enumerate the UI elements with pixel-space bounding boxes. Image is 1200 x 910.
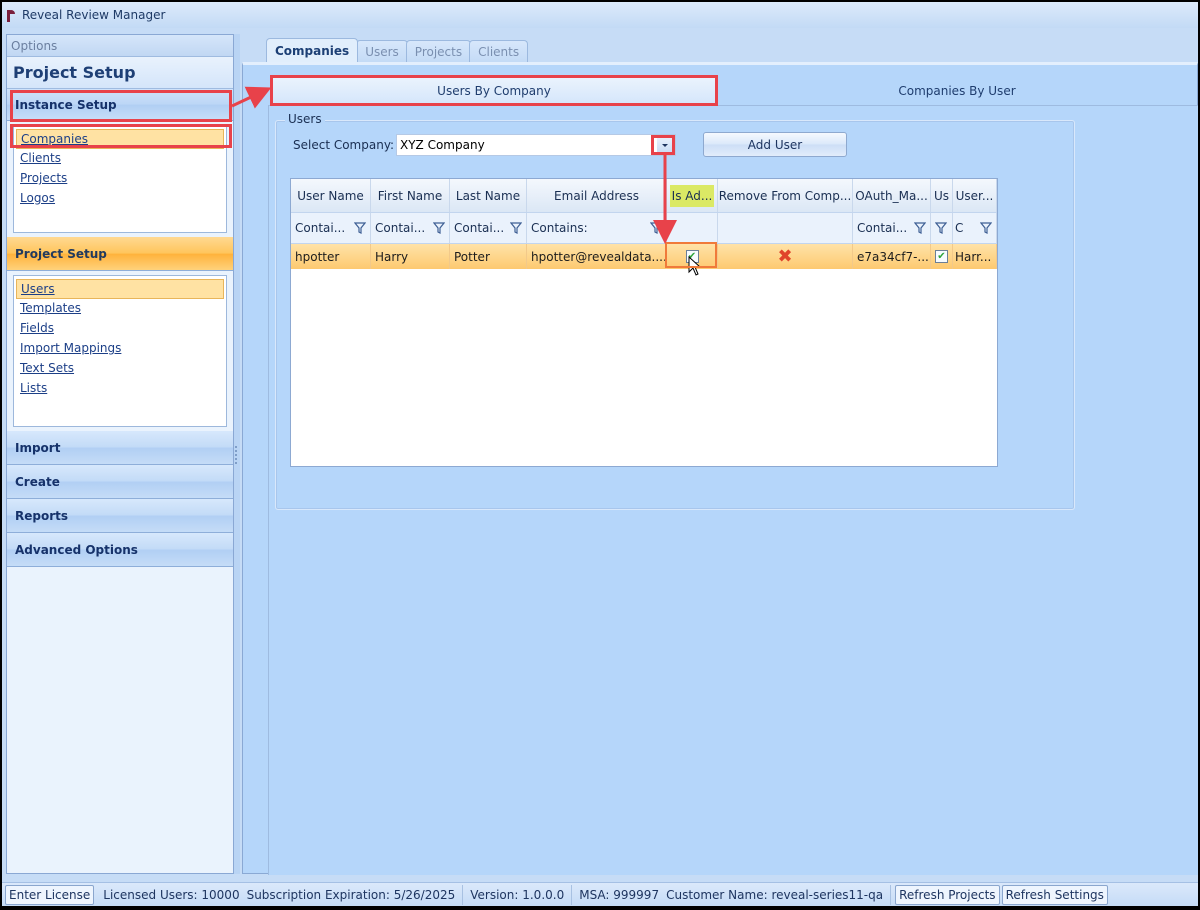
grid-header-row: User Name First Name Last Name Email Add… xyxy=(291,179,997,213)
grid-filter-row: Contai... Contai... Contai... Contains: … xyxy=(291,213,997,244)
sidebar-item-fields[interactable]: Fields xyxy=(16,319,224,339)
cell-user-display[interactable]: Harr... xyxy=(953,244,997,269)
refresh-projects-button[interactable]: Refresh Projects xyxy=(895,884,1000,905)
main-tabs: Companies Users Projects Clients xyxy=(246,38,529,62)
options-header: Options xyxy=(7,35,233,57)
filter-email[interactable]: Contains: xyxy=(527,213,667,243)
us-checkbox[interactable]: ✔ xyxy=(935,250,948,263)
group-instance-setup[interactable]: Instance Setup xyxy=(7,89,233,121)
select-company-dropdown[interactable]: XYZ Company xyxy=(396,134,676,156)
users-grid: User Name First Name Last Name Email Add… xyxy=(290,178,998,467)
sidebar-item-projects[interactable]: Projects xyxy=(16,169,224,189)
sidebar-item-clients[interactable]: Clients xyxy=(16,149,224,169)
filter-icon[interactable] xyxy=(935,222,947,234)
sidebar-item-import-mappings[interactable]: Import Mappings xyxy=(16,339,224,359)
select-company-value: XYZ Company xyxy=(400,138,485,152)
filter-icon[interactable] xyxy=(510,222,522,234)
group-project-setup[interactable]: Project Setup xyxy=(7,237,233,271)
instance-setup-list: Companies Clients Projects Logos xyxy=(13,125,227,233)
col-header-oauth[interactable]: OAuth_Ma... xyxy=(853,179,931,212)
filter-icon[interactable] xyxy=(914,222,926,234)
options-panel: Options Project Setup Instance Setup Com… xyxy=(6,34,234,874)
status-bar: Enter License Licensed Users: 10000 Subs… xyxy=(2,882,1198,906)
panel-title: Project Setup xyxy=(7,57,233,89)
filter-icon[interactable] xyxy=(650,222,662,234)
filter-icon[interactable] xyxy=(433,222,445,234)
tab-clients[interactable]: Clients xyxy=(469,40,529,62)
enter-license-button[interactable]: Enter License xyxy=(5,884,95,905)
customer-name: Customer Name: reveal-series11-qa xyxy=(666,884,892,905)
remove-x-icon[interactable]: ✖ xyxy=(777,246,792,267)
col-header-us[interactable]: Us xyxy=(931,179,953,212)
cell-email[interactable]: hpotter@revealdata.... xyxy=(527,244,667,269)
col-header-email[interactable]: Email Address xyxy=(527,179,667,212)
sidebar-item-companies[interactable]: Companies xyxy=(16,129,224,149)
tab-users[interactable]: Users xyxy=(356,40,408,62)
select-company-label: Select Company: xyxy=(293,138,395,152)
cell-oauth[interactable]: e7a34cf7-... xyxy=(853,244,931,269)
filter-us[interactable] xyxy=(931,213,953,243)
mouse-cursor-icon xyxy=(688,256,702,276)
col-header-first-name[interactable]: First Name xyxy=(371,179,450,212)
cell-us[interactable]: ✔ xyxy=(931,244,953,269)
col-header-user-display[interactable]: User... xyxy=(953,179,997,212)
msa: MSA: 999997 xyxy=(579,887,660,902)
subtab-users-by-company[interactable]: Users By Company xyxy=(270,77,718,105)
version: Version: 1.0.0.0 xyxy=(463,884,573,905)
cell-remove[interactable]: ✖ xyxy=(718,244,853,269)
group-advanced-options[interactable]: Advanced Options xyxy=(7,533,233,567)
col-header-remove[interactable]: Remove From Comp... xyxy=(718,179,853,212)
tab-companies[interactable]: Companies xyxy=(266,38,359,62)
filter-icon[interactable] xyxy=(354,222,366,234)
col-header-is-admin[interactable]: Is Ad... xyxy=(667,179,718,212)
group-reports[interactable]: Reports xyxy=(7,499,233,533)
filter-last-name[interactable]: Contai... xyxy=(450,213,527,243)
splitter-grip-icon xyxy=(235,446,238,464)
filter-user-display[interactable]: C xyxy=(953,213,997,243)
subtab-companies-by-user[interactable]: Companies By User xyxy=(718,77,1196,105)
col-header-last-name[interactable]: Last Name xyxy=(450,179,527,212)
tab-projects[interactable]: Projects xyxy=(405,40,472,62)
sidebar-item-text-sets[interactable]: Text Sets xyxy=(16,359,224,379)
filter-oauth[interactable]: Contai... xyxy=(853,213,931,243)
filter-first-name[interactable]: Contai... xyxy=(371,213,450,243)
sidebar-item-logos[interactable]: Logos xyxy=(16,189,224,209)
app-window: Reveal Review Manager Options Project Se… xyxy=(2,2,1198,906)
group-create[interactable]: Create xyxy=(7,465,233,499)
filter-icon[interactable] xyxy=(980,222,992,234)
sidebar-item-lists[interactable]: Lists xyxy=(16,379,224,399)
refresh-settings-button[interactable]: Refresh Settings xyxy=(1001,884,1108,905)
cell-last-name[interactable]: Potter xyxy=(450,244,527,269)
window-title: Reveal Review Manager xyxy=(22,8,166,22)
sidebar-item-users[interactable]: Users xyxy=(16,279,224,299)
cell-first-name[interactable]: Harry xyxy=(371,244,450,269)
filter-user-name[interactable]: Contai... xyxy=(291,213,371,243)
subscription-expiration: Subscription Expiration: 5/26/2025 xyxy=(247,884,464,905)
add-user-button[interactable]: Add User xyxy=(703,132,847,157)
group-import[interactable]: Import xyxy=(7,431,233,465)
project-setup-list: Users Templates Fields Import Mappings T… xyxy=(13,275,227,427)
col-header-user-name[interactable]: User Name xyxy=(291,179,371,212)
filter-is-admin xyxy=(667,213,718,243)
users-groupbox-label: Users xyxy=(285,112,325,126)
licensed-users: Licensed Users: 10000 xyxy=(103,887,240,902)
title-bar: Reveal Review Manager xyxy=(2,2,1198,28)
cell-user-name[interactable]: hpotter xyxy=(291,244,371,269)
sidebar-item-templates[interactable]: Templates xyxy=(16,299,224,319)
app-logo-icon xyxy=(6,7,16,23)
dropdown-arrow-icon[interactable] xyxy=(657,137,673,153)
table-row[interactable]: hpotter Harry Potter hpotter@revealdata.… xyxy=(291,244,997,269)
filter-remove xyxy=(718,213,853,243)
